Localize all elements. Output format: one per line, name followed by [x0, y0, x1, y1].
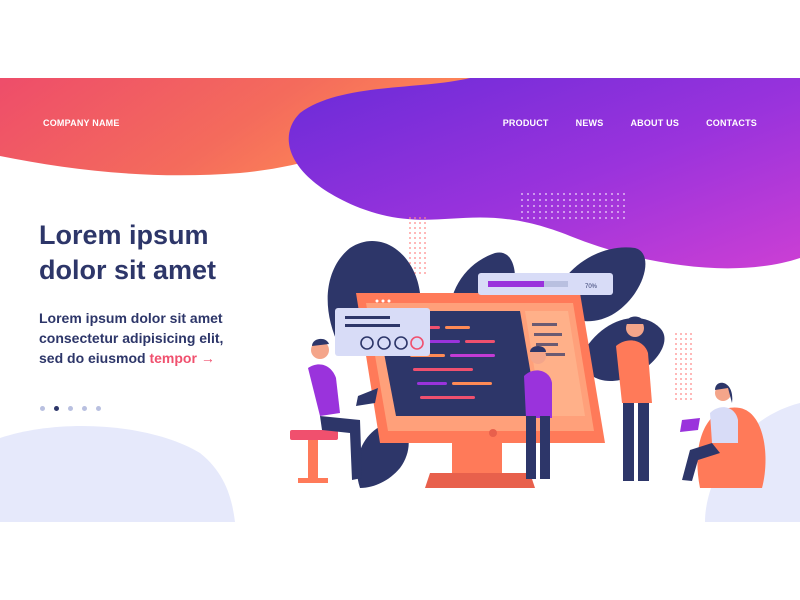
arrow-right-icon: →: [200, 350, 215, 366]
company-name: COMPANY NAME: [43, 118, 120, 128]
progress-fill: [488, 281, 544, 287]
tempor-link-label: tempor: [149, 350, 197, 366]
nav-item-contacts[interactable]: CONTACTS: [706, 118, 757, 128]
nav-item-about-us[interactable]: ABOUT US: [630, 118, 679, 128]
slider-pagination: [40, 406, 101, 411]
nav-item-news[interactable]: NEWS: [576, 118, 604, 128]
hero-subtitle-line-1: Lorem ipsum dolor sit amet: [39, 310, 223, 326]
progress-label: 70%: [585, 284, 598, 290]
nav-menu: PRODUCT NEWS ABOUT US CONTACTS: [503, 118, 757, 128]
nav-item-product[interactable]: PRODUCT: [503, 118, 549, 128]
checklist-card: [335, 308, 430, 356]
team-coding-illustration: 70%: [290, 240, 766, 488]
hero-subtitle-line-3: sed do eiusmod: [39, 350, 146, 366]
hero-title: Lorem ipsum dolor sit amet: [39, 218, 299, 288]
tempor-link[interactable]: tempor →: [149, 350, 214, 366]
slider-dot-4[interactable]: [82, 406, 87, 411]
bottom-left-blob: [0, 426, 235, 522]
progress-card: 70%: [478, 273, 613, 295]
slider-dot-2[interactable]: [54, 406, 59, 411]
hero-title-line-2: dolor sit amet: [39, 255, 217, 285]
slider-dot-1[interactable]: [40, 406, 45, 411]
person-beanbag-laptop: [680, 382, 766, 488]
slider-dot-5[interactable]: [96, 406, 101, 411]
hero-subtitle: Lorem ipsum dolor sit amet consectetur a…: [39, 308, 319, 368]
top-navigation: COMPANY NAME PRODUCT NEWS ABOUT US CONTA…: [0, 118, 800, 134]
hero-title-line-1: Lorem ipsum: [39, 220, 209, 250]
landing-page: COMPANY NAME PRODUCT NEWS ABOUT US CONTA…: [0, 78, 800, 522]
hero-subtitle-line-2: consectetur adipisicing elit,: [39, 330, 224, 346]
slider-dot-3[interactable]: [68, 406, 73, 411]
